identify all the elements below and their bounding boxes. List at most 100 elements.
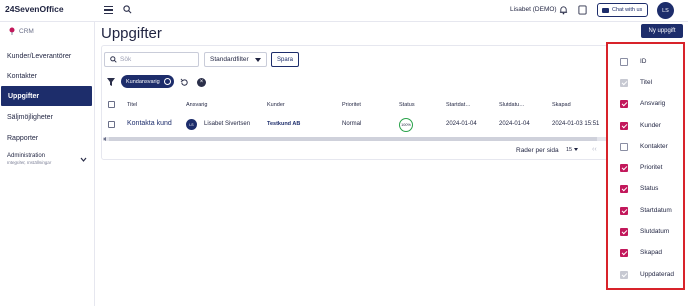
chevron-down-icon[interactable] [80, 156, 87, 163]
sidebar-item-opportunities[interactable]: Säljmöjligheter [0, 107, 95, 127]
administration-sublabel: Integritet, Inställningar [7, 160, 52, 165]
checkbox [620, 271, 628, 279]
checkbox[interactable] [620, 249, 628, 257]
column-option-label: Startdatum [640, 207, 672, 214]
column-option-label: Prioritet [640, 164, 663, 171]
column-option-label: Kunder [640, 122, 661, 129]
checkmark-icon [621, 164, 628, 171]
chat-with-us-button[interactable]: Chat with us [597, 3, 648, 17]
checkmark-icon [621, 271, 628, 278]
chip-remove-icon[interactable] [164, 78, 171, 85]
column-header-customer[interactable]: Kunder [267, 102, 285, 108]
column-option-label: ID [640, 58, 647, 65]
sidebar-item-tasks[interactable]: Uppgifter [1, 86, 92, 106]
bell-icon[interactable] [559, 5, 568, 15]
column-option-label: Uppdaterad [640, 271, 674, 278]
column-option-label: Ansvarig [640, 100, 666, 107]
notes-icon[interactable] [578, 5, 587, 15]
checkbox[interactable] [620, 185, 628, 193]
column-option-label: Slutdatum [640, 228, 670, 235]
sidebar-module-crm[interactable]: CRM [9, 27, 34, 35]
page-title: Uppgifter [101, 25, 162, 42]
menu-icon[interactable] [104, 6, 113, 15]
search-icon [110, 56, 117, 63]
scroll-left-icon[interactable] [103, 137, 106, 141]
task-priority: Normal [342, 121, 362, 127]
column-option-label: Titel [640, 79, 653, 86]
checkmark-icon [621, 228, 628, 235]
column-option-enddate[interactable]: Slutdatum [608, 222, 683, 242]
column-header-enddate[interactable]: Slutdatu… [499, 102, 525, 108]
column-chooser-panel: ID Titel Ansvarig Kunder Kontakter Prior… [606, 42, 685, 290]
task-created: 2024-01-03 15:51 [552, 121, 600, 127]
column-option-customers[interactable]: Kunder [608, 116, 683, 136]
checkbox[interactable] [620, 100, 628, 108]
rows-per-page-label: Rader per sida [516, 147, 559, 154]
app-logo[interactable]: 24SevenOffice [5, 4, 64, 14]
owner-avatar: LS [186, 119, 197, 130]
clear-filters-icon[interactable]: × [197, 78, 206, 87]
column-option-label: Kontakter [640, 143, 668, 150]
scrollbar-thumb[interactable] [109, 137, 597, 141]
crm-pin-icon [9, 27, 15, 35]
search-input[interactable]: Sök [104, 52, 199, 67]
column-header-created[interactable]: Skapad [552, 102, 571, 108]
user-avatar[interactable]: LS [657, 2, 674, 19]
sidebar-item-reports[interactable]: Rapporter [0, 128, 95, 148]
filter-chip[interactable]: Kundansvarig [121, 75, 174, 88]
sidebar-item-administration[interactable]: Administration Integritet, Inställningar [7, 153, 51, 165]
administration-label: Administration [7, 153, 46, 159]
row-checkbox[interactable] [108, 121, 115, 128]
column-option-status[interactable]: Status [608, 179, 683, 199]
sidebar: CRM Kunder/Leverantörer Kontakter Uppgif… [0, 22, 95, 306]
sidebar-item-customers[interactable]: Kunder/Leverantörer [0, 46, 95, 66]
search-icon[interactable] [123, 5, 132, 14]
sidebar-module-label: CRM [19, 27, 34, 35]
checkmark-icon [621, 207, 628, 214]
filter-funnel-icon[interactable] [107, 78, 115, 86]
column-option-id[interactable]: ID [608, 52, 683, 72]
column-header-owner[interactable]: Ansvarig [186, 102, 207, 108]
column-option-priority[interactable]: Prioritet [608, 158, 683, 178]
caret-down-icon [255, 58, 261, 62]
column-option-owner[interactable]: Ansvarig [608, 94, 683, 114]
column-option-updated: Uppdaterad [608, 265, 683, 285]
filter-chip-label: Kundansvarig [126, 78, 160, 85]
checkmark-icon [621, 185, 628, 192]
column-option-startdate[interactable]: Startdatum [608, 201, 683, 221]
save-filter-button[interactable]: Spara [271, 52, 299, 67]
checkbox [620, 79, 628, 87]
column-option-label: Skapad [640, 249, 663, 256]
column-header-startdate[interactable]: Startdat… [446, 102, 471, 108]
top-bar: 24SevenOffice Lisabet (DEMO) Chat with u… [0, 0, 688, 22]
task-title-link[interactable]: Kontakta kund [127, 120, 172, 127]
sidebar-item-contacts[interactable]: Kontakter [0, 66, 95, 86]
checkmark-icon [621, 249, 628, 256]
reset-icon[interactable] [180, 78, 189, 87]
new-task-button[interactable]: Ny uppgift [641, 24, 683, 38]
checkbox[interactable] [620, 164, 628, 172]
column-header-priority[interactable]: Prioritet [342, 102, 361, 108]
column-option-contacts[interactable]: Kontakter [608, 137, 683, 157]
first-page-icon[interactable]: ‹‹ [592, 146, 597, 153]
column-option-label: Status [640, 185, 659, 192]
rows-per-page-select[interactable]: 15 [566, 147, 579, 153]
checkbox[interactable] [620, 143, 628, 151]
select-all-checkbox[interactable] [108, 101, 115, 108]
checkbox[interactable] [620, 122, 628, 130]
checkbox[interactable] [620, 58, 628, 66]
column-header-title[interactable]: Titel [127, 102, 137, 108]
filter-select[interactable]: Standardfilter [204, 52, 267, 67]
checkbox[interactable] [620, 228, 628, 236]
checkmark-icon [621, 79, 628, 86]
filter-select-value: Standardfilter [210, 56, 249, 63]
task-status: 100% [399, 118, 413, 132]
checkbox[interactable] [620, 207, 628, 215]
column-option-created[interactable]: Skapad [608, 243, 683, 263]
horizontal-scrollbar[interactable] [103, 137, 606, 141]
task-customer-link[interactable]: Testkund AB [267, 121, 300, 127]
checkmark-icon [621, 122, 628, 129]
column-header-status[interactable]: Status [399, 102, 415, 108]
user-company-name[interactable]: Lisabet (DEMO) [510, 6, 557, 13]
checkmark-icon [621, 100, 628, 107]
